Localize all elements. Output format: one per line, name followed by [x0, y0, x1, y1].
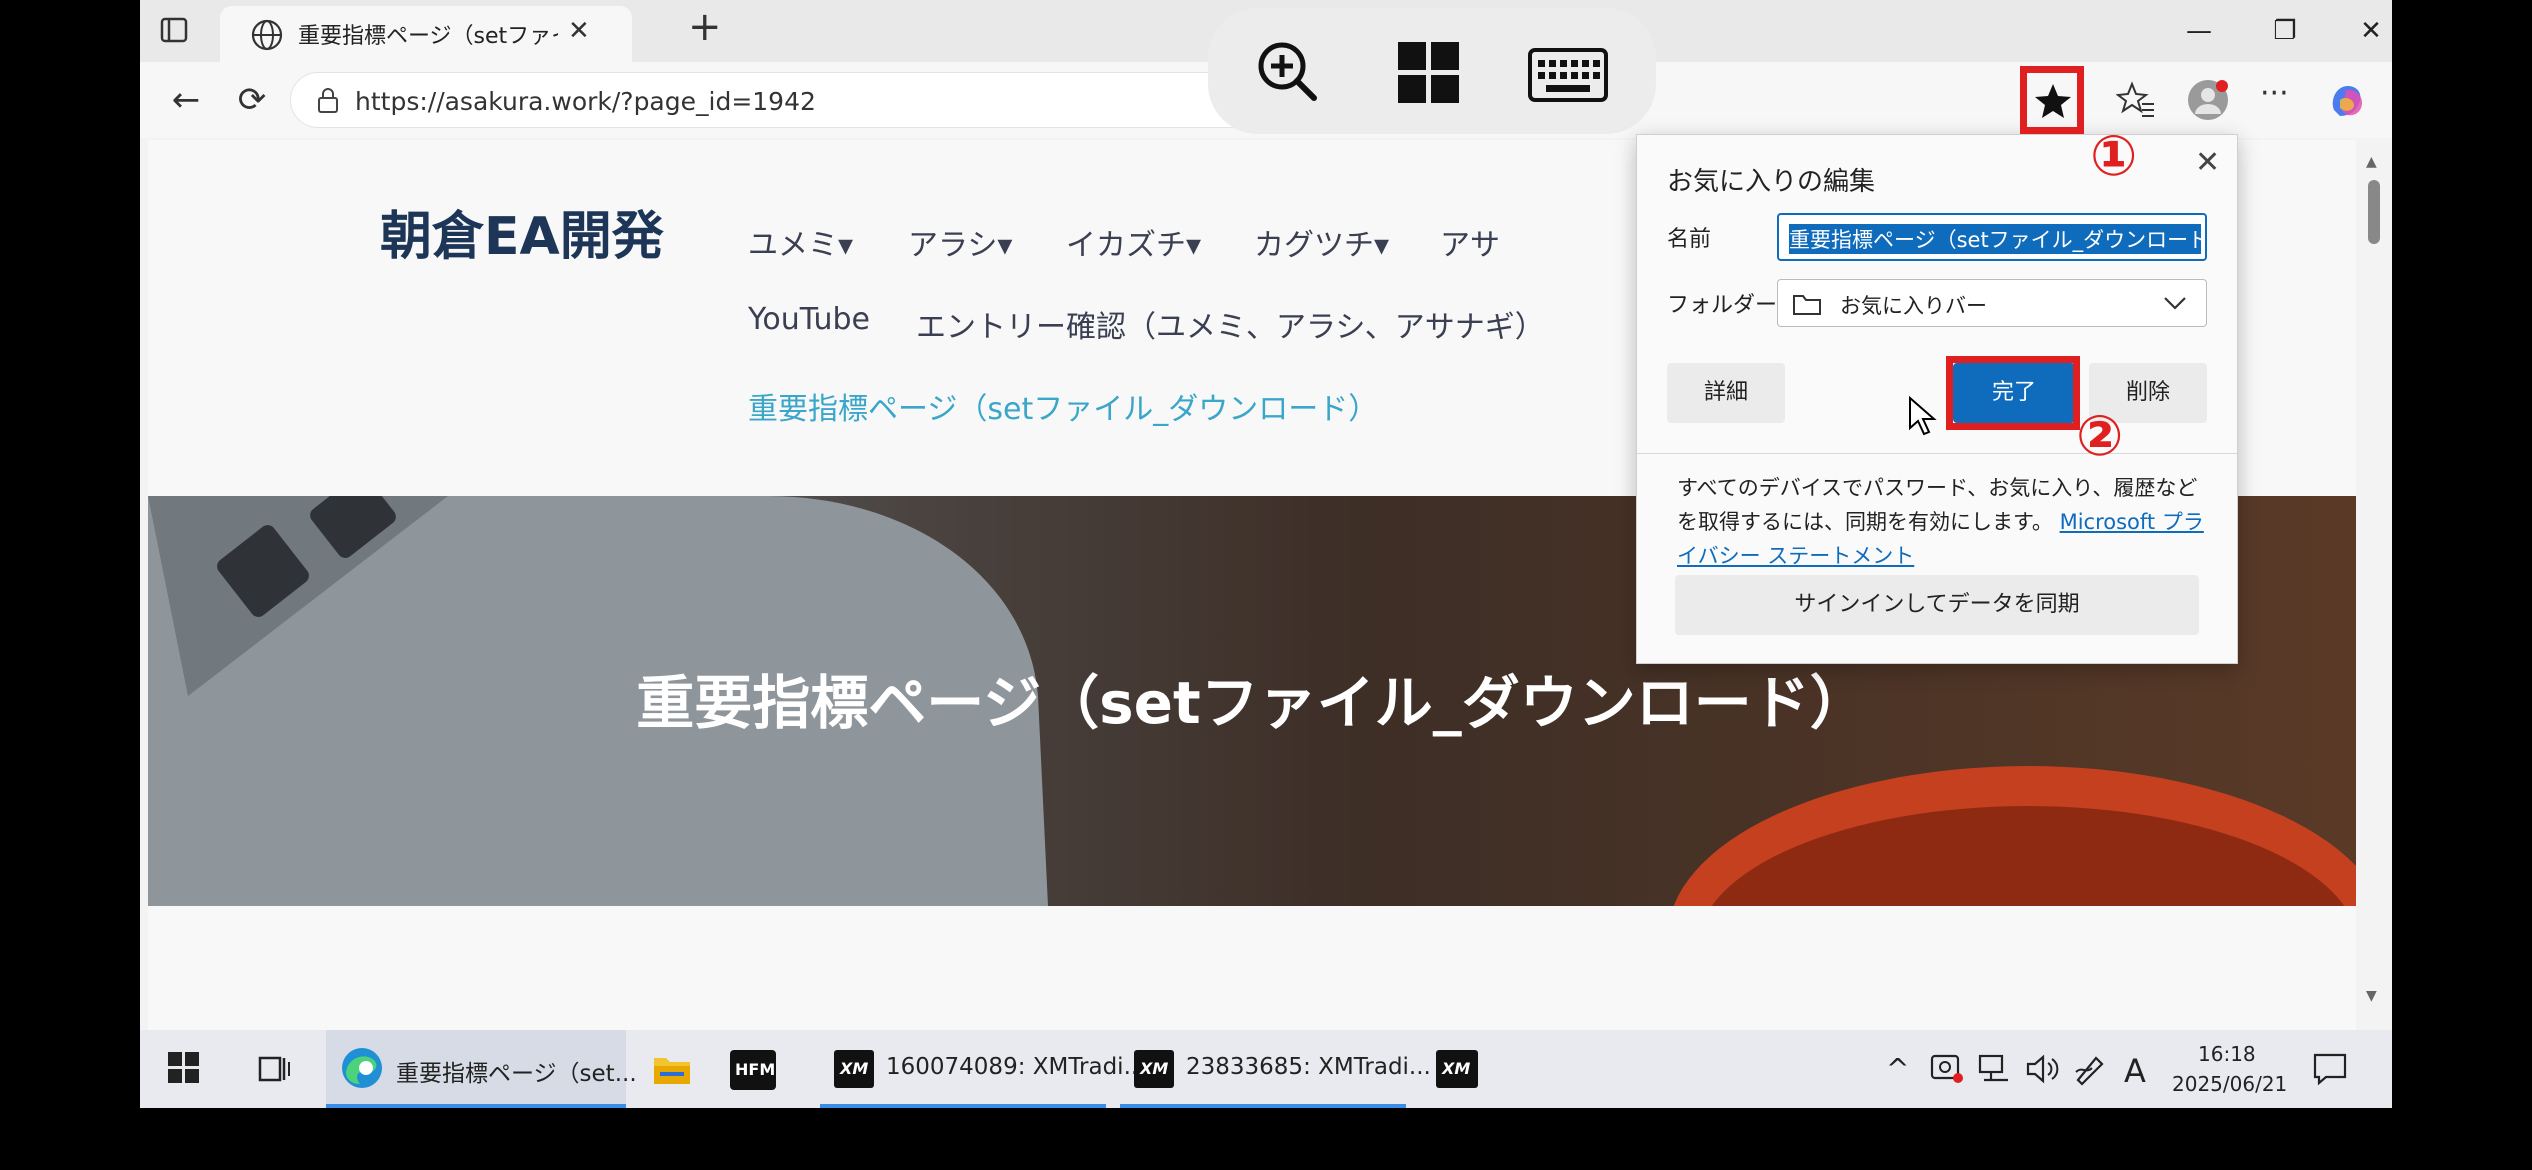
nav-item-kagutsuchi[interactable]: カグツチ▾	[1254, 220, 1389, 264]
taskbar-xm2-label: 23833685: XMTradi...	[1186, 1054, 1431, 1080]
restore-button[interactable]: ❐	[2260, 10, 2310, 52]
taskbar-edge[interactable]: 重要指標ページ（set...	[326, 1030, 637, 1108]
popup-close-icon[interactable]: ✕	[2195, 145, 2220, 180]
hfm-app-icon[interactable]: HFM	[730, 1050, 776, 1090]
close-window-button[interactable]: ✕	[2346, 10, 2392, 52]
divider	[1637, 453, 2237, 454]
ime-indicator[interactable]: A	[2124, 1052, 2146, 1090]
name-input-value: 重要指標ページ（setファイル_ダウンロード）-	[1789, 224, 2201, 254]
hfm-label: HFM	[735, 1060, 776, 1079]
signin-sync-button[interactable]: サインインしてデータを同期	[1675, 575, 2199, 635]
tab-close-icon[interactable]: ✕	[568, 16, 590, 46]
start-button-icon[interactable]	[168, 1052, 200, 1088]
annotation-step-1: ①	[2090, 124, 2138, 189]
more-menu-button[interactable]: ···	[2260, 76, 2289, 111]
browser-window: 重要指標ページ（setファイル_ダウンロード） ✕ + — ❐ ✕ ← ⟳ ht…	[140, 0, 2392, 1108]
taskbar-xm1-label: 160074089: XMTradi...	[886, 1054, 1146, 1080]
refresh-button[interactable]: ⟳	[226, 74, 278, 126]
start-windows-icon[interactable]	[1398, 42, 1460, 108]
globe-icon	[250, 18, 284, 56]
site-title[interactable]: 朝倉EA開発	[380, 194, 664, 269]
url-text: https://asakura.work/?page_id=1942	[355, 87, 816, 116]
nav-item-yumemi[interactable]: ユメミ▾	[748, 220, 853, 264]
folder-icon	[1792, 292, 1822, 320]
task-view-icon[interactable]	[256, 1052, 290, 1090]
taskbar-xm-terminal-2[interactable]: XM 23833685: XMTradi...	[1120, 1030, 1431, 1108]
scroll-down-icon[interactable]: ▼	[2366, 988, 2377, 1004]
xm-app-icon[interactable]: XM	[1436, 1050, 1478, 1088]
xm-logo: XM	[1442, 1059, 1471, 1078]
xm-logo: XM	[1140, 1059, 1169, 1078]
taskbar-xm-terminal-1[interactable]: XM 160074089: XMTradi...	[820, 1030, 1146, 1108]
tab-active[interactable]: 重要指標ページ（setファイル_ダウンロード） ✕	[220, 6, 632, 62]
folder-label: フォルダー	[1667, 293, 1778, 318]
sync-message: すべてのデバイスでパスワード、お気に入り、履歴などを取得するには、同期を有効にし…	[1677, 471, 2207, 573]
touch-toolbar	[1208, 8, 1656, 134]
mouse-cursor-icon	[1908, 395, 1938, 442]
chevron-down-icon	[2162, 294, 2188, 316]
tray-chevron-icon[interactable]: ^	[1886, 1052, 1909, 1085]
scroll-up-icon[interactable]: ▲	[2366, 154, 2377, 170]
nav-item-youtube[interactable]: YouTube	[748, 302, 870, 337]
notification-icon[interactable]	[2312, 1052, 2348, 1090]
tab-title: 重要指標ページ（setファイル_ダウンロード）	[298, 24, 558, 49]
taskbar-xm1-running	[820, 1104, 1106, 1108]
copilot-icon[interactable]	[2326, 80, 2368, 126]
scrollbar[interactable]: ▲ ▼	[2360, 150, 2386, 1030]
file-explorer-icon[interactable]	[652, 1052, 692, 1090]
keyboard-icon[interactable]	[1528, 48, 1608, 106]
lock-icon[interactable]	[315, 87, 341, 119]
nav-item-ikazuchi[interactable]: イカズチ▾	[1066, 220, 1201, 264]
address-bar[interactable]: https://asakura.work/?page_id=1942	[290, 72, 1290, 128]
annotation-step-2: ②	[2076, 404, 2124, 469]
network-icon[interactable]	[1978, 1054, 2012, 1088]
new-tab-button[interactable]: +	[688, 4, 722, 50]
detail-button[interactable]: 詳細	[1667, 363, 1785, 423]
taskbar-xm2-running	[1120, 1104, 1406, 1108]
taskbar-edge-active	[326, 1104, 626, 1108]
favorites-list-icon[interactable]	[2115, 80, 2156, 124]
minimize-button[interactable]: —	[2174, 10, 2224, 52]
folder-value: お気に入りバー	[1840, 294, 1987, 318]
taskbar: 重要指標ページ（set... HFM XM 160074089: XMTradi…	[140, 1030, 2392, 1108]
meet-now-icon[interactable]	[1930, 1052, 1964, 1088]
xm-logo: XM	[840, 1059, 869, 1078]
nav-item-asa[interactable]: アサ	[1440, 220, 1500, 264]
zoom-in-icon[interactable]	[1256, 40, 1320, 108]
clock-time[interactable]: 16:18	[2198, 1042, 2256, 1066]
clock-date[interactable]: 2025/06/21	[2172, 1072, 2287, 1096]
folder-select[interactable]: お気に入りバー	[1777, 279, 2207, 327]
pen-icon[interactable]	[2072, 1052, 2106, 1090]
highlight-done-button	[1946, 356, 2080, 430]
tab-actions-icon[interactable]	[158, 14, 190, 46]
hero-title: 重要指標ページ（setファイル_ダウンロード）	[636, 669, 1868, 737]
back-button[interactable]: ←	[160, 74, 212, 126]
popup-title: お気に入りの編集	[1667, 167, 1876, 197]
xm-icon: XM	[1134, 1050, 1174, 1088]
taskbar-edge-label: 重要指標ページ（set...	[396, 1061, 637, 1087]
xm-icon: XM	[834, 1050, 874, 1088]
volume-icon[interactable]	[2026, 1054, 2060, 1088]
nav-item-current-page[interactable]: 重要指標ページ（setファイル_ダウンロード）	[748, 384, 1378, 428]
nav-item-entry-check[interactable]: エントリー確認（ユメミ、アラシ、アサナギ）	[916, 302, 1545, 346]
nav-item-arashi[interactable]: アラシ▾	[908, 220, 1012, 264]
profile-avatar-icon[interactable]	[2186, 78, 2230, 126]
name-label: 名前	[1667, 227, 1712, 252]
scroll-thumb[interactable]	[2368, 180, 2380, 244]
name-input[interactable]: 重要指標ページ（setファイル_ダウンロード）-	[1777, 213, 2207, 261]
edge-icon	[340, 1046, 384, 1094]
highlight-favorite-star	[2020, 66, 2084, 134]
